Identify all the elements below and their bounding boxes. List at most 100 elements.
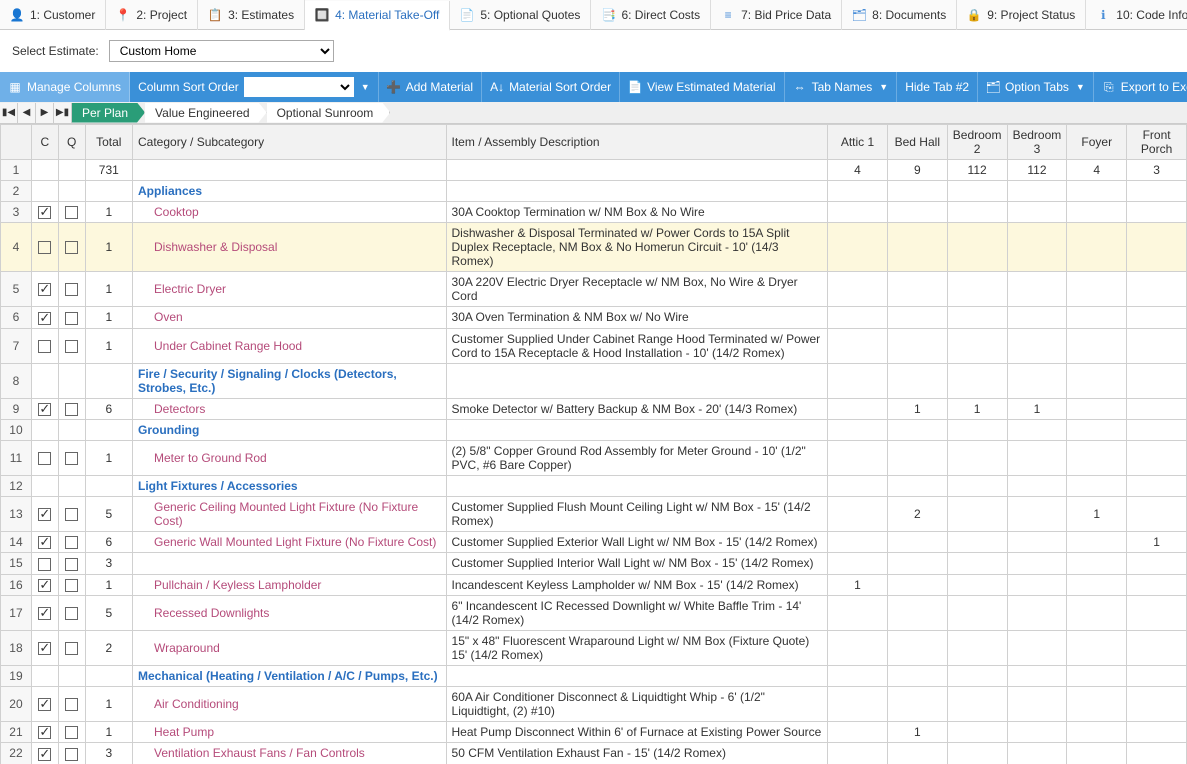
value-cell[interactable] <box>947 595 1007 630</box>
value-cell[interactable] <box>887 328 947 363</box>
value-cell[interactable] <box>947 202 1007 223</box>
checkbox[interactable] <box>38 403 51 416</box>
top-tab[interactable]: 🔒9: Project Status <box>957 0 1086 30</box>
value-cell[interactable] <box>887 223 947 272</box>
value-cell[interactable] <box>1127 307 1187 328</box>
q-cell[interactable] <box>58 398 85 419</box>
value-cell[interactable]: 1 <box>1127 531 1187 552</box>
col-total[interactable]: Total <box>85 125 132 160</box>
q-cell[interactable] <box>58 531 85 552</box>
value-cell[interactable] <box>1067 223 1127 272</box>
material-sort-order-button[interactable]: A↓ Material Sort Order <box>482 72 620 102</box>
checkbox[interactable] <box>65 642 78 655</box>
value-cell[interactable] <box>1007 630 1067 665</box>
value-cell[interactable] <box>1007 440 1067 475</box>
value-cell[interactable] <box>828 531 888 552</box>
c-cell[interactable] <box>31 272 58 307</box>
total-cell[interactable]: 6 <box>85 398 132 419</box>
last-button[interactable]: ▶▮ <box>54 103 72 123</box>
value-cell[interactable] <box>887 272 947 307</box>
value-cell[interactable] <box>947 496 1007 531</box>
c-cell[interactable] <box>31 743 58 764</box>
value-cell[interactable] <box>1007 595 1067 630</box>
value-cell[interactable] <box>1067 272 1127 307</box>
value-cell[interactable] <box>887 574 947 595</box>
q-cell[interactable] <box>58 630 85 665</box>
q-cell[interactable] <box>58 202 85 223</box>
value-cell[interactable] <box>1067 328 1127 363</box>
value-cell[interactable]: 9 <box>887 160 947 181</box>
top-tab[interactable]: 📄5: Optional Quotes <box>450 0 591 30</box>
checkbox[interactable] <box>38 698 51 711</box>
value-cell[interactable] <box>1067 531 1127 552</box>
value-cell[interactable]: 2 <box>887 496 947 531</box>
value-cell[interactable] <box>887 630 947 665</box>
checkbox[interactable] <box>38 312 51 325</box>
q-cell[interactable] <box>58 574 85 595</box>
add-material-button[interactable]: ➕ Add Material <box>379 72 482 102</box>
value-cell[interactable] <box>887 202 947 223</box>
estimate-select[interactable]: Custom Home <box>109 40 334 62</box>
col-item[interactable]: Item / Assembly Description <box>446 125 828 160</box>
checkbox[interactable] <box>65 558 78 571</box>
value-cell[interactable] <box>828 328 888 363</box>
checkbox[interactable] <box>65 403 78 416</box>
checkbox[interactable] <box>38 748 51 761</box>
value-cell[interactable] <box>828 398 888 419</box>
col-bedhall[interactable]: Bed Hall <box>887 125 947 160</box>
top-tab[interactable]: ℹ10: Code Info <box>1086 0 1187 30</box>
value-cell[interactable]: 112 <box>1007 160 1067 181</box>
value-cell[interactable] <box>828 686 888 721</box>
checkbox[interactable] <box>65 241 78 254</box>
manage-columns-button[interactable]: ▦ Manage Columns <box>0 72 130 102</box>
column-sort-select[interactable] <box>244 77 354 97</box>
checkbox[interactable] <box>38 283 51 296</box>
value-cell[interactable] <box>947 307 1007 328</box>
value-cell[interactable] <box>947 553 1007 574</box>
top-tab[interactable]: 🔲4: Material Take-Off <box>305 1 450 31</box>
col-bedroom3[interactable]: Bedroom 3 <box>1007 125 1067 160</box>
checkbox[interactable] <box>38 241 51 254</box>
q-cell[interactable] <box>58 272 85 307</box>
value-cell[interactable] <box>947 328 1007 363</box>
q-cell[interactable] <box>58 595 85 630</box>
value-cell[interactable] <box>1127 496 1187 531</box>
col-c[interactable]: C <box>31 125 58 160</box>
checkbox[interactable] <box>38 642 51 655</box>
col-attic1[interactable]: Attic 1 <box>828 125 888 160</box>
value-cell[interactable] <box>1067 721 1127 742</box>
value-cell[interactable]: 1 <box>1067 496 1127 531</box>
c-cell[interactable] <box>31 398 58 419</box>
total-cell[interactable]: 3 <box>85 743 132 764</box>
value-cell[interactable]: 1 <box>947 398 1007 419</box>
q-cell[interactable] <box>58 553 85 574</box>
value-cell[interactable] <box>887 440 947 475</box>
total-cell[interactable]: 1 <box>85 440 132 475</box>
value-cell[interactable] <box>947 272 1007 307</box>
value-cell[interactable] <box>1127 686 1187 721</box>
value-cell[interactable]: 4 <box>1067 160 1127 181</box>
total-cell[interactable]: 1 <box>85 686 132 721</box>
checkbox[interactable] <box>38 206 51 219</box>
c-cell[interactable] <box>31 496 58 531</box>
value-cell[interactable] <box>947 686 1007 721</box>
c-cell[interactable] <box>31 630 58 665</box>
checkbox[interactable] <box>38 558 51 571</box>
q-cell[interactable] <box>58 743 85 764</box>
checkbox[interactable] <box>65 508 78 521</box>
c-cell[interactable] <box>31 531 58 552</box>
value-cell[interactable] <box>947 743 1007 764</box>
total-cell[interactable]: 6 <box>85 531 132 552</box>
total-cell[interactable]: 2 <box>85 630 132 665</box>
value-cell[interactable] <box>1007 328 1067 363</box>
q-cell[interactable] <box>58 328 85 363</box>
c-cell[interactable] <box>31 223 58 272</box>
export-excel-button[interactable]: ⎘ Export to Excel <box>1094 72 1187 102</box>
value-cell[interactable] <box>1067 202 1127 223</box>
value-cell[interactable] <box>1067 553 1127 574</box>
value-cell[interactable] <box>828 223 888 272</box>
total-cell[interactable]: 1 <box>85 202 132 223</box>
value-cell[interactable]: 1 <box>1007 398 1067 419</box>
top-tab[interactable]: 🗂8: Documents <box>842 0 957 30</box>
value-cell[interactable] <box>1007 202 1067 223</box>
